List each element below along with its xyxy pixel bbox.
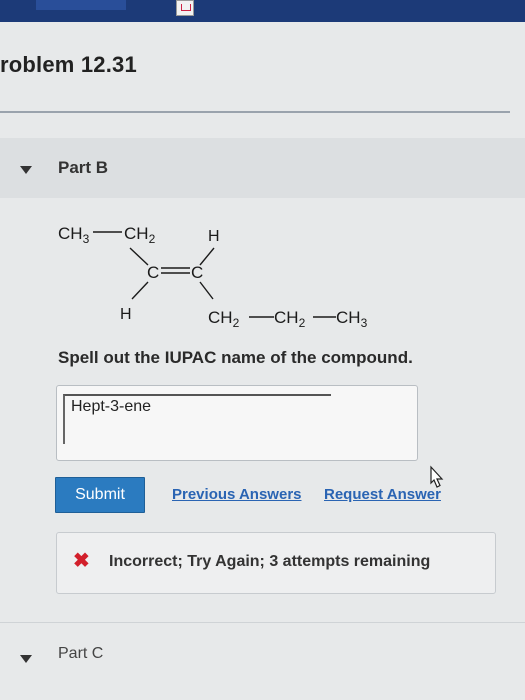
feedback-text: Incorrect; Try Again; 3 attempts remaini…: [109, 553, 431, 570]
question-text: Spell out the IUPAC name of the compound…: [58, 348, 413, 367]
feedback-panel: ✖ Incorrect; Try Again; 3 attempts remai…: [56, 532, 496, 594]
part-c-divider: [0, 622, 525, 623]
answer-input[interactable]: [71, 398, 321, 416]
mol-c-right: C: [191, 263, 203, 282]
answer-box[interactable]: [56, 385, 418, 461]
mol-h-top: H: [208, 228, 220, 245]
request-answer-link[interactable]: Request Answer: [324, 486, 441, 503]
mol-ch2-right-1: CH2: [208, 308, 240, 330]
top-navigation-bar: [0, 0, 525, 22]
part-c-label[interactable]: Part C: [58, 645, 103, 663]
x-icon: ✖: [73, 550, 90, 572]
mol-h-bottom: H: [120, 306, 132, 323]
expand-caret-icon[interactable]: [20, 655, 32, 663]
collapse-caret-icon[interactable]: [20, 166, 32, 174]
answer-field-frame[interactable]: [63, 394, 331, 444]
molecule-structure: CH3 CH2 H C C H CH2 CH2 CH3: [58, 224, 368, 330]
part-b-label: Part B: [58, 158, 109, 177]
bond-line: [131, 281, 149, 300]
mol-ch3-left: CH3: [58, 224, 90, 246]
mol-c-left: C: [147, 263, 159, 282]
top-bar-tab[interactable]: [36, 0, 126, 10]
mol-ch2-right-2: CH2: [274, 308, 306, 330]
mol-ch2-left: CH2: [124, 224, 156, 246]
problem-title: roblem 12.31: [0, 52, 137, 77]
submit-button[interactable]: Submit: [55, 477, 145, 513]
title-divider: [0, 111, 510, 113]
bond-line: [129, 247, 149, 266]
mol-ch3-right: CH3: [336, 308, 368, 330]
mouse-cursor-icon: [430, 465, 444, 488]
bond-line: [199, 281, 214, 300]
previous-answers-link[interactable]: Previous Answers: [172, 486, 302, 503]
notes-icon[interactable]: [176, 0, 194, 16]
